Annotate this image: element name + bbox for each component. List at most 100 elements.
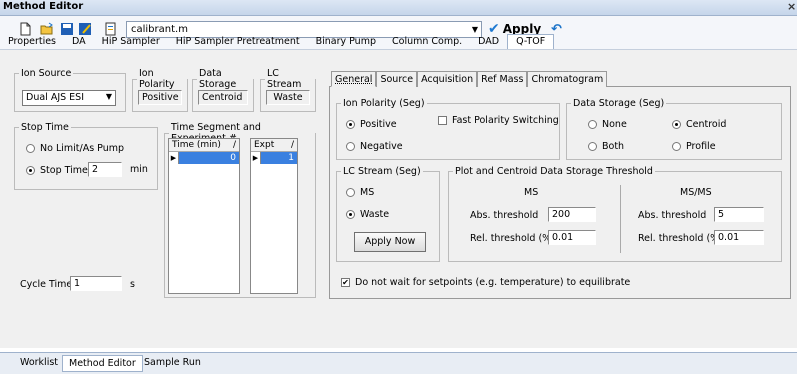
- time-grid[interactable]: Time (min) ∕ ▶ 0: [168, 138, 240, 294]
- no-limit-radio[interactable]: No Limit/As Pump: [26, 143, 124, 154]
- tab-general[interactable]: General: [331, 71, 377, 87]
- ms-rel-label: Rel. threshold (%): [470, 233, 555, 244]
- fast-polarity-checkbox[interactable]: Fast Polarity Switching: [438, 115, 559, 126]
- storage-none-radio[interactable]: None: [588, 119, 627, 130]
- method-name: calibrant.m: [131, 24, 188, 35]
- fast-polarity-label: Fast Polarity Switching: [452, 115, 559, 126]
- expt-header: Expt ∕: [251, 139, 297, 152]
- storage-centroid-radio[interactable]: Centroid: [672, 119, 726, 130]
- cycle-time-unit: s: [130, 279, 135, 290]
- lc-stream-value: Waste: [266, 90, 310, 105]
- msms-header: MS/MS: [680, 187, 712, 198]
- storage-profile-radio[interactable]: Profile: [672, 141, 716, 152]
- ms-rel-input[interactable]: 0.01: [548, 230, 596, 245]
- stop-time-unit: min: [130, 164, 148, 175]
- data-storage-label: Data Storage: [199, 68, 237, 90]
- tab-acquisition[interactable]: Acquisition: [417, 71, 478, 87]
- radio-on-icon: [26, 166, 35, 175]
- module-tabs: Properties DA HiP Sampler HiP Sampler Pr…: [0, 34, 555, 49]
- apply-now-button[interactable]: Apply Now: [354, 232, 426, 252]
- threshold-divider: [620, 185, 621, 253]
- radio-off-icon: [588, 142, 597, 151]
- data-storage-value: Centroid: [198, 90, 248, 105]
- ion-polarity-value: Positive: [138, 90, 182, 105]
- stop-time-input[interactable]: 2: [88, 162, 122, 177]
- negative-radio[interactable]: Negative: [346, 141, 403, 152]
- ion-source-select[interactable]: Dual AJS ESI ▼: [22, 90, 116, 106]
- stop-time-group: Stop Time: [14, 122, 158, 190]
- tab-dad[interactable]: DAD: [470, 35, 507, 49]
- radio-on-icon: [346, 120, 355, 129]
- tab-source[interactable]: Source: [376, 71, 418, 87]
- save-icon[interactable]: [60, 22, 74, 36]
- table-row[interactable]: ▶ 0: [169, 152, 239, 164]
- save-as-icon[interactable]: [78, 22, 92, 36]
- checkbox-checked-icon: ✔: [341, 278, 350, 287]
- msms-rel-input[interactable]: 0.01: [714, 230, 764, 245]
- storage-both-radio[interactable]: Both: [588, 141, 624, 152]
- stop-time-radio[interactable]: Stop Time: [26, 165, 88, 176]
- no-wait-checkbox[interactable]: ✔ Do not wait for setpoints (e.g. temper…: [341, 277, 630, 288]
- time-cell[interactable]: 0: [179, 152, 239, 164]
- stream-ms-label: MS: [360, 187, 375, 198]
- stream-ms-radio[interactable]: MS: [346, 187, 374, 198]
- tab-da[interactable]: DA: [64, 35, 94, 49]
- ms-abs-label: Abs. threshold: [470, 210, 539, 221]
- tab-hip-sampler-pretreatment[interactable]: HiP Sampler Pretreatment: [168, 35, 308, 49]
- cycle-time-input[interactable]: 1: [70, 276, 122, 291]
- radio-off-icon: [346, 142, 355, 151]
- data-storage-seg-label: Data Storage (Seg): [573, 98, 665, 109]
- tab-q-tof[interactable]: Q-TOF: [507, 34, 555, 49]
- open-icon[interactable]: [40, 22, 54, 36]
- ion-polarity-label: Ion Polarity: [139, 68, 175, 90]
- negative-label: Negative: [360, 141, 403, 152]
- tab-chromatogram[interactable]: Chromatogram: [527, 71, 608, 87]
- qtof-tabs: General Source Acquisition Ref Mass Chro…: [331, 71, 608, 87]
- lc-stream-seg-label: LC Stream (Seg): [343, 166, 421, 177]
- storage-centroid-label: Centroid: [686, 119, 727, 130]
- table-row[interactable]: ▶ 1: [251, 152, 297, 164]
- tab-binary-pump[interactable]: Binary Pump: [308, 35, 384, 49]
- ion-polarity-seg-label: Ion Polarity (Seg): [343, 98, 425, 109]
- row-pointer-icon: ▶: [169, 152, 179, 164]
- row-pointer-icon: ▶: [251, 152, 261, 164]
- lc-stream-label: LC Stream: [267, 68, 302, 90]
- tab-properties[interactable]: Properties: [0, 35, 64, 49]
- ms-header: MS: [524, 187, 539, 198]
- msms-abs-label: Abs. threshold: [638, 210, 707, 221]
- msms-abs-input[interactable]: 5: [714, 207, 764, 222]
- radio-on-icon: [672, 120, 681, 129]
- tab-sample-run[interactable]: Sample Run: [138, 355, 207, 370]
- title-bar: [0, 0, 797, 16]
- ion-source-value: Dual AJS ESI: [26, 92, 85, 103]
- expt-grid[interactable]: Expt ∕ ▶ 1: [250, 138, 298, 294]
- storage-profile-label: Profile: [686, 141, 716, 152]
- positive-radio[interactable]: Positive: [346, 119, 397, 130]
- stop-time-label: Stop Time: [21, 122, 69, 133]
- tab-method-editor[interactable]: Method Editor: [62, 355, 143, 372]
- close-icon[interactable]: ×: [787, 0, 796, 13]
- positive-label: Positive: [360, 119, 397, 130]
- tab-ref-mass[interactable]: Ref Mass: [477, 71, 528, 87]
- tab-hip-sampler[interactable]: HiP Sampler: [94, 35, 168, 49]
- ion-source-label: Ion Source: [21, 68, 72, 79]
- radio-off-icon: [588, 120, 597, 129]
- tab-worklist[interactable]: Worklist: [14, 355, 64, 370]
- no-limit-label: No Limit/As Pump: [40, 143, 125, 154]
- radio-off-icon: [346, 188, 355, 197]
- expt-cell[interactable]: 1: [261, 152, 297, 164]
- time-header: Time (min) ∕: [169, 139, 239, 152]
- tab-column-comp[interactable]: Column Comp.: [384, 35, 470, 49]
- radio-off-icon: [26, 144, 35, 153]
- stream-waste-radio[interactable]: Waste: [346, 209, 389, 220]
- print-icon[interactable]: [104, 22, 118, 36]
- new-icon[interactable]: [18, 22, 32, 36]
- ms-abs-input[interactable]: 200: [548, 207, 596, 222]
- msms-rel-label: Rel. threshold (%): [638, 233, 723, 244]
- storage-both-label: Both: [602, 141, 625, 152]
- stream-waste-label: Waste: [360, 209, 390, 220]
- threshold-label: Plot and Centroid Data Storage Threshold: [455, 166, 653, 177]
- no-wait-label: Do not wait for setpoints (e.g. temperat…: [355, 277, 631, 288]
- storage-none-label: None: [602, 119, 627, 130]
- checkbox-unchecked-icon: [438, 116, 447, 125]
